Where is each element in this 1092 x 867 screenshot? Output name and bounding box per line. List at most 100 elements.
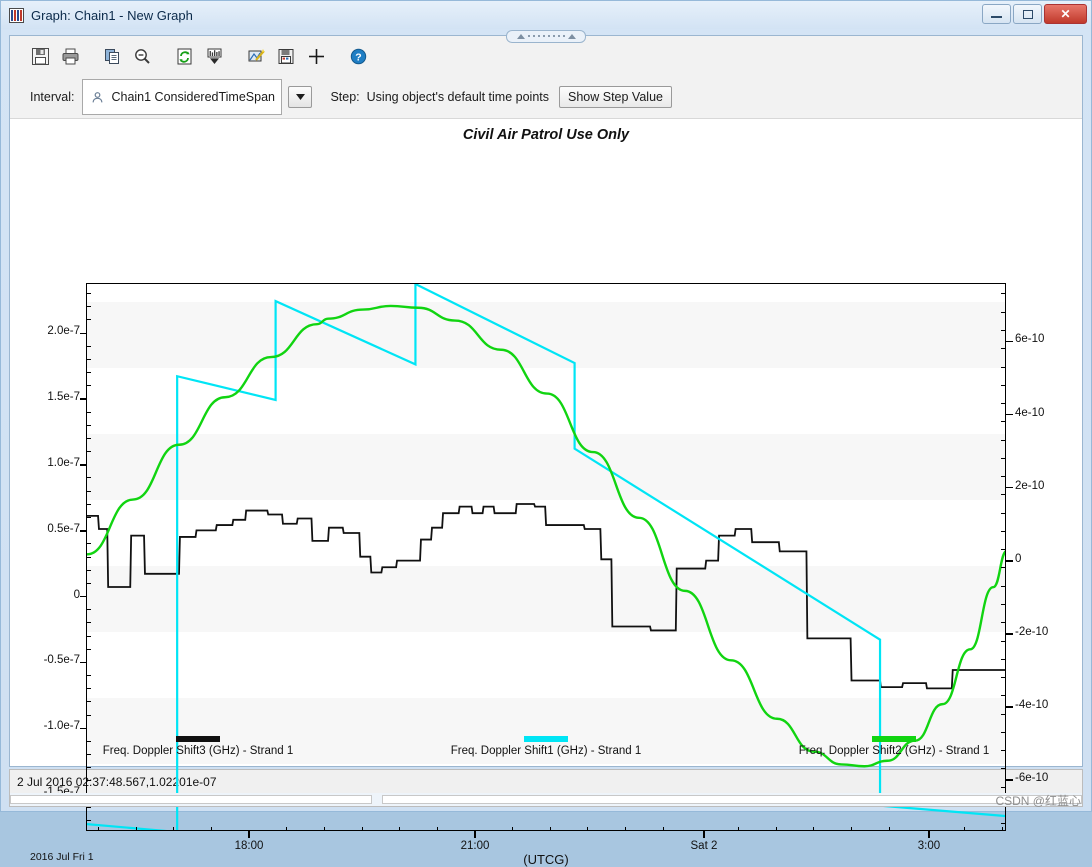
y-axis-right-minor-tick xyxy=(1001,695,1006,697)
y-axis-left-minor-tick xyxy=(86,477,91,479)
bottom-strip-segment xyxy=(382,795,1082,804)
x-axis-minor-tick xyxy=(399,827,401,831)
y-axis-left-minor-tick xyxy=(86,819,91,821)
x-axis-minor-tick xyxy=(738,827,740,831)
x-axis-minor-tick xyxy=(1001,827,1003,831)
legend-item[interactable]: Freq. Doppler Shift3 (GHz) - Strand 1 xyxy=(103,736,293,757)
minimize-button[interactable] xyxy=(982,4,1011,24)
y-axis-left-minor-tick xyxy=(86,635,91,637)
series-path xyxy=(87,304,1005,768)
step-label: Step: xyxy=(330,90,360,104)
y-axis-right-minor-tick xyxy=(1001,640,1006,642)
y-axis-left-minor-tick xyxy=(86,424,91,426)
print-icon[interactable] xyxy=(56,42,84,70)
y-axis-left-major-tick xyxy=(80,464,86,466)
legend-item[interactable]: Freq. Doppler Shift2 (GHz) - Strand 1 xyxy=(799,736,989,757)
y-axis-left-minor-tick xyxy=(86,688,91,690)
legend-label: Freq. Doppler Shift3 (GHz) - Strand 1 xyxy=(102,745,294,757)
y-axis-right-minor-tick xyxy=(1001,585,1006,587)
zoom-out-icon[interactable] xyxy=(128,42,156,70)
legend-item[interactable]: Freq. Doppler Shift1 (GHz) - Strand 1 xyxy=(451,736,641,757)
window-controls: ✕ xyxy=(982,4,1087,24)
y-axis-left-major-tick xyxy=(80,530,86,532)
x-axis-minor-tick xyxy=(210,827,212,831)
y-axis-right-tick-label: 6e-10 xyxy=(1015,333,1045,346)
grip-dots-icon xyxy=(527,35,565,37)
y-axis-left-minor-tick xyxy=(86,648,91,650)
x-axis-minor-tick xyxy=(549,827,551,831)
y-axis-left-tick-label: 2.0e-7 xyxy=(47,325,80,338)
y-axis-left-major-tick xyxy=(80,332,86,334)
y-axis-left-minor-tick xyxy=(86,490,91,492)
x-axis-tick-label: 21:00 xyxy=(460,840,490,852)
x-axis-minor-tick xyxy=(888,827,890,831)
y-axis-right-minor-tick xyxy=(1001,549,1006,551)
restore-button[interactable] xyxy=(1013,4,1042,24)
y-axis-right-tick-label: -6e-10 xyxy=(1015,771,1049,784)
y-axis-left-minor-tick xyxy=(86,385,91,387)
chevron-down-icon xyxy=(295,94,305,100)
y-axis-left-major-tick xyxy=(80,661,86,664)
legend: Freq. Doppler Shift3 (GHz) - Strand 1 Fr… xyxy=(10,736,1082,757)
x-axis-minor-tick xyxy=(173,827,175,831)
legend-swatch xyxy=(524,736,568,742)
wand-icon[interactable] xyxy=(242,42,270,70)
y-axis-right-minor-tick xyxy=(1001,603,1006,605)
y-axis-left-minor-tick xyxy=(86,437,91,439)
crosshair-icon[interactable] xyxy=(302,42,330,70)
y-axis-left-major-tick xyxy=(80,596,86,598)
y-axis-right-minor-tick xyxy=(1001,311,1006,313)
grip-triangle-left-icon xyxy=(516,33,525,39)
y-axis-right-minor-tick xyxy=(1001,366,1006,368)
chart-export-icon[interactable] xyxy=(200,42,228,70)
save-icon[interactable] xyxy=(26,42,54,70)
show-step-value-button[interactable]: Show Step Value xyxy=(559,86,672,108)
collapse-grip[interactable] xyxy=(506,29,586,43)
interval-dropdown-button[interactable] xyxy=(288,86,313,108)
x-axis-label: (UTCG) xyxy=(523,852,569,867)
interval-combo[interactable]: Chain1 ConsideredTimeSpan xyxy=(82,79,283,115)
y-axis-left-minor-tick xyxy=(86,503,91,505)
y-axis-left-tick-label: 0 xyxy=(73,588,80,601)
y-axis-left-minor-tick xyxy=(86,451,91,453)
x-axis-minor-tick xyxy=(625,827,627,831)
y-axis-right-minor-tick xyxy=(1001,731,1006,733)
y-axis-right-tick-label: -4e-10 xyxy=(1015,698,1049,711)
interval-value: Chain1 ConsideredTimeSpan xyxy=(111,90,275,104)
close-button[interactable]: ✕ xyxy=(1044,4,1087,24)
x-axis-minor-tick xyxy=(851,827,853,831)
y-axis-left-minor-tick xyxy=(86,516,91,518)
help-icon[interactable]: ? xyxy=(344,42,372,70)
client-area: ? Interval: Chain1 ConsideredTimeSpan St… xyxy=(9,35,1083,867)
refresh-icon[interactable] xyxy=(170,42,198,70)
y-axis-right-minor-tick xyxy=(1001,823,1006,825)
y-axis-right-major-tick xyxy=(1006,706,1013,708)
legend-swatch xyxy=(176,736,220,742)
y-axis-right-minor-tick xyxy=(1001,622,1006,624)
y-axis-right-minor-tick xyxy=(1001,494,1006,496)
series-path xyxy=(87,503,1005,690)
x-axis-minor-tick xyxy=(587,827,589,831)
y-axis-left-minor-tick xyxy=(86,372,91,374)
y-axis-left-tick-label: -0.5e-7 xyxy=(43,654,80,667)
save-data-icon[interactable] xyxy=(272,42,300,70)
title-bar: Graph: Chain1 - New Graph ✕ xyxy=(1,1,1091,29)
y-axis-left-minor-tick xyxy=(86,714,91,716)
graph-window: Graph: Chain1 - New Graph ✕ ? Interval: … xyxy=(0,0,1092,867)
y-axis-right-minor-tick xyxy=(1001,293,1006,295)
y-axis-right-minor-tick xyxy=(1001,677,1006,679)
legend-swatch xyxy=(872,736,916,742)
x-axis-major-tick xyxy=(703,831,705,838)
legend-label: Freq. Doppler Shift1 (GHz) - Strand 1 xyxy=(450,745,642,757)
y-axis-right-minor-tick xyxy=(1001,530,1006,532)
y-axis-left-minor-tick xyxy=(86,767,91,769)
copy-icon[interactable] xyxy=(98,42,126,70)
window-title: Graph: Chain1 - New Graph xyxy=(31,7,193,23)
y-axis-right-minor-tick xyxy=(1001,567,1006,569)
grip-triangle-right-icon xyxy=(567,33,576,39)
y-axis-left-minor-tick xyxy=(86,543,91,545)
object-person-icon xyxy=(93,91,103,102)
x-axis-minor-tick xyxy=(813,827,815,831)
x-axis-minor-tick xyxy=(323,827,325,831)
interval-label: Interval: xyxy=(30,90,75,104)
